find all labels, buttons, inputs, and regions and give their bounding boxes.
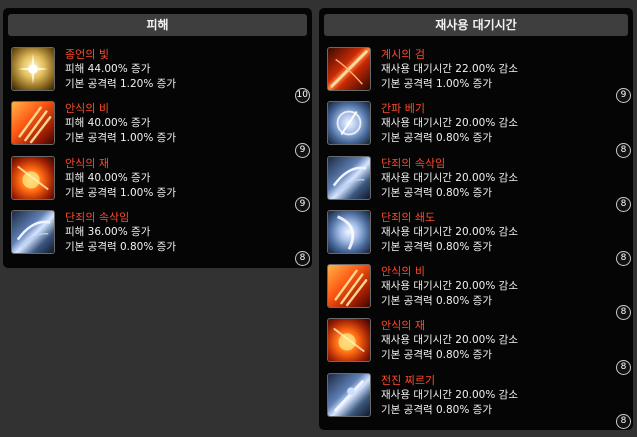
cooldown-skill-item[interactable]: 9 계시의 검 재사용 대기시간 22.00% 감소 기본 공격력 1.00% … (327, 47, 631, 104)
skill-effect-1: 재사용 대기시간 22.00% 감소 (381, 63, 518, 75)
ash-burst-icon (11, 155, 55, 200)
skill-effect-2: 기본 공격력 0.80% 증가 (381, 186, 492, 199)
whisper-slash-icon (327, 155, 371, 200)
judgment-rush-icon (327, 209, 371, 254)
cooldown-skill-item[interactable]: 8 단죄의 속삭임 재사용 대기시간 20.00% 감소 기본 공격력 0.80… (327, 155, 631, 212)
skill-effect-2: 기본 공격력 0.80% 증가 (65, 240, 176, 253)
damage-skill-list: 10 종언의 빛 피해 44.00% 증가 기본 공격력 1.20% 증가 9 … (11, 47, 310, 267)
skill-effect-2: 기본 공격력 1.00% 증가 (65, 132, 176, 145)
skill-effect-1: 재사용 대기시간 20.00% 감소 (381, 280, 518, 293)
skill-effect-2: 기본 공격력 1.00% 증가 (381, 78, 492, 90)
damage-skill-item[interactable]: 8 단죄의 속삭임 피해 36.00% 증가 기본 공격력 0.80% 증가 (11, 209, 310, 267)
whisper-slash-icon (11, 209, 55, 254)
skill-name: 단죄의 쇄도 (381, 210, 436, 224)
skill-name: 안식의 비 (65, 102, 109, 116)
damage-skill-item[interactable]: 9 안식의 비 피해 40.00% 증가 기본 공격력 1.00% 증가 (11, 101, 310, 158)
skill-name: 단죄의 속삭임 (65, 210, 130, 224)
skill-effect-2: 기본 공격력 0.80% 증가 (381, 240, 492, 253)
damage-skill-item[interactable]: 9 안식의 재 피해 40.00% 증가 기본 공격력 1.00% 증가 (11, 155, 310, 212)
cooldown-panel: 재사용 대기시간 9 계시의 검 재사용 대기시간 22.00% 감소 기본 공… (319, 8, 633, 430)
skill-effect-1: 재사용 대기시간 20.00% 감소 (381, 117, 518, 130)
skill-name: 안식의 재 (65, 156, 109, 170)
damage-panel-title: 피해 (8, 14, 307, 36)
fire-rain-icon (11, 101, 55, 146)
forward-thrust-icon (327, 372, 371, 417)
skill-effect-1: 재사용 대기시간 20.00% 감소 (381, 225, 518, 238)
insight-cut-icon (327, 101, 371, 146)
skill-effect-2: 기본 공격력 0.80% 증가 (381, 132, 492, 145)
fire-rain-icon (327, 264, 371, 309)
cooldown-skill-list: 9 계시의 검 재사용 대기시간 22.00% 감소 기본 공격력 1.00% … (327, 47, 631, 430)
skill-effect-1: 재사용 대기시간 20.00% 감소 (381, 388, 518, 401)
cooldown-skill-item[interactable]: 8 안식의 비 재사용 대기시간 20.00% 감소 기본 공격력 0.80% … (327, 264, 631, 321)
skill-name: 전진 찌르기 (381, 373, 436, 387)
skill-effect-1: 피해 40.00% 증가 (65, 171, 151, 184)
skill-name: 간파 베기 (381, 102, 425, 116)
skill-name: 계시의 검 (381, 48, 425, 61)
skill-effect-1: 재사용 대기시간 20.00% 감소 (381, 334, 518, 347)
skill-effect-2: 기본 공격력 1.20% 증가 (65, 78, 176, 90)
skill-name: 단죄의 속삭임 (381, 156, 446, 170)
revelation-sword-icon (327, 47, 371, 91)
skill-effect-2: 기본 공격력 0.80% 증가 (381, 403, 492, 416)
skill-effect-2: 기본 공격력 1.00% 증가 (65, 186, 176, 199)
cooldown-skill-item[interactable]: 8 단죄의 쇄도 재사용 대기시간 20.00% 감소 기본 공격력 0.80%… (327, 209, 631, 267)
skill-name: 안식의 재 (381, 319, 425, 333)
cooldown-skill-item[interactable]: 8 안식의 재 재사용 대기시간 20.00% 감소 기본 공격력 0.80% … (327, 318, 631, 375)
holy-light-icon (11, 47, 55, 91)
skill-name: 종언의 빛 (65, 48, 109, 61)
ash-burst-icon (327, 318, 371, 363)
skill-name: 안식의 비 (381, 265, 425, 279)
skill-effect-1: 재사용 대기시간 20.00% 감소 (381, 171, 518, 184)
cooldown-panel-title: 재사용 대기시간 (324, 14, 628, 36)
skill-effect-1: 피해 44.00% 증가 (65, 63, 151, 75)
skill-effect-2: 기본 공격력 0.80% 증가 (381, 295, 492, 308)
damage-skill-item[interactable]: 10 종언의 빛 피해 44.00% 증가 기본 공격력 1.20% 증가 (11, 47, 310, 104)
skill-effect-1: 피해 36.00% 증가 (65, 225, 151, 238)
skill-effect-2: 기본 공격력 0.80% 증가 (381, 349, 492, 362)
skill-effect-1: 피해 40.00% 증가 (65, 117, 151, 130)
cooldown-skill-item[interactable]: 8 간파 베기 재사용 대기시간 20.00% 감소 기본 공격력 0.80% … (327, 101, 631, 158)
cooldown-skill-item[interactable]: 8 전진 찌르기 재사용 대기시간 20.00% 감소 기본 공격력 0.80%… (327, 372, 631, 430)
damage-panel: 피해 10 종언의 빛 피해 44.00% 증가 기본 공격력 1.20% 증가… (3, 8, 312, 268)
